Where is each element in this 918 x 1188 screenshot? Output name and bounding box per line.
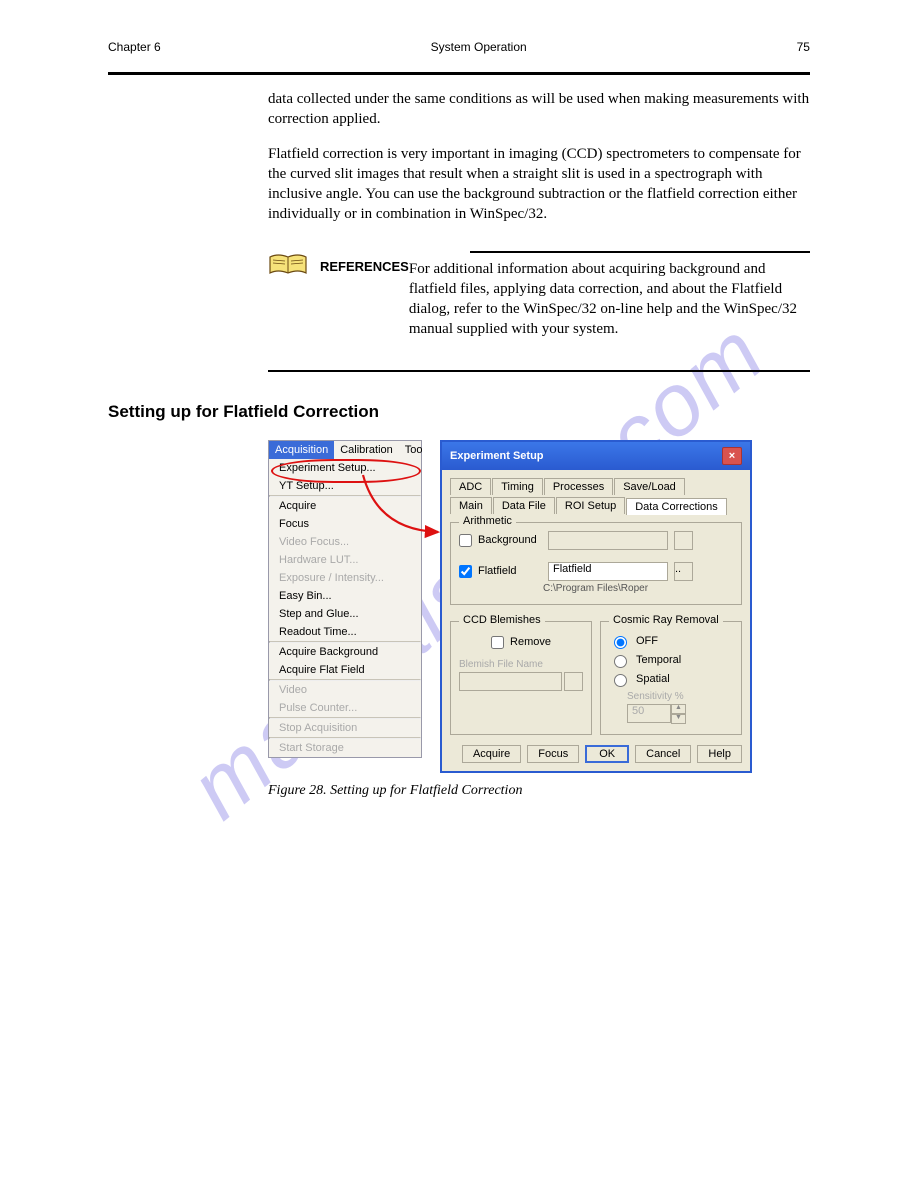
sensitivity-input: 50 (627, 704, 671, 723)
header-page-number: 75 (797, 40, 810, 54)
focus-button[interactable]: Focus (527, 745, 579, 763)
note-body: For additional information about acquiri… (409, 259, 810, 340)
menu-item-video: Video (269, 681, 421, 699)
acquire-button[interactable]: Acquire (462, 745, 521, 763)
menu-tab-tools[interactable]: Too (399, 441, 429, 459)
flatfield-label: Flatfield (478, 565, 542, 577)
header-chapter: Chapter 6 (108, 40, 161, 54)
cancel-button[interactable]: Cancel (635, 745, 691, 763)
header-rule (108, 72, 810, 75)
menu-tab-calibration[interactable]: Calibration (334, 441, 399, 459)
menu-item-start-storage: Start Storage (269, 739, 421, 757)
tab-adc[interactable]: ADC (450, 478, 491, 495)
menu-tab-acquisition[interactable]: Acquisition (269, 441, 334, 459)
tab-timing[interactable]: Timing (492, 478, 543, 495)
help-button[interactable]: Help (697, 745, 742, 763)
menu-item-acquire-flat-field[interactable]: Acquire Flat Field (269, 661, 421, 679)
tab-main[interactable]: Main (450, 497, 492, 514)
remove-blemishes-checkbox[interactable] (491, 636, 504, 649)
menu-item-pulse-counter: Pulse Counter... (269, 699, 421, 717)
background-file-input (548, 531, 668, 550)
flatfield-path: C:\Program Files\Roper (543, 583, 733, 594)
tab-save-load[interactable]: Save/Load (614, 478, 685, 495)
ok-button[interactable]: OK (585, 745, 629, 763)
menu-item-video-focus: Video Focus... (269, 533, 421, 551)
figure-row: Acquisition Calibration Too Experiment S… (268, 440, 810, 773)
flatfield-file-input[interactable]: Flatfield (548, 562, 668, 581)
tab-data-corrections[interactable]: Data Corrections (626, 498, 727, 515)
body-paragraph-1: data collected under the same conditions… (268, 89, 810, 130)
background-checkbox[interactable] (459, 534, 472, 547)
cosmic-off-label: OFF (636, 635, 658, 647)
header-title: System Operation (431, 40, 527, 54)
sensitivity-up-button: ▲ (671, 704, 686, 714)
tab-roi-setup[interactable]: ROI Setup (556, 497, 625, 514)
blemish-file-input (459, 672, 562, 691)
menu-item-step-and-glue[interactable]: Step and Glue... (269, 605, 421, 623)
ccd-blemishes-group: CCD Blemishes Remove Blemish File Name (450, 621, 592, 735)
figure-caption: Figure 28. Setting up for Flatfield Corr… (268, 783, 810, 799)
remove-blemishes-label: Remove (510, 636, 551, 648)
menu-item-acquire-background[interactable]: Acquire Background (269, 643, 421, 661)
tab-processes[interactable]: Processes (544, 478, 613, 495)
dialog-title: Experiment Setup (450, 450, 544, 462)
note-title: REFERENCES (320, 259, 409, 340)
flatfield-checkbox[interactable] (459, 565, 472, 578)
cosmic-temporal-radio[interactable] (614, 655, 627, 668)
blemish-file-label: Blemish File Name (459, 659, 583, 670)
cosmic-temporal-label: Temporal (636, 654, 681, 666)
arithmetic-group: Arithmetic Background Flatfield Flatfiel… (450, 522, 742, 605)
menu-item-hardware-lut: Hardware LUT... (269, 551, 421, 569)
menu-item-yt-setup[interactable]: YT Setup... (269, 477, 421, 495)
cosmic-off-radio[interactable] (614, 636, 627, 649)
background-label: Background (478, 534, 542, 546)
cosmic-ray-group: Cosmic Ray Removal OFF Temporal Spatial … (600, 621, 742, 735)
close-icon[interactable]: × (722, 447, 742, 465)
menu-item-stop-acquisition: Stop Acquisition (269, 719, 421, 737)
blemish-browse-button (564, 672, 583, 691)
cosmic-spatial-radio[interactable] (614, 674, 627, 687)
ccd-blemishes-title: CCD Blemishes (459, 614, 545, 626)
background-browse-button[interactable] (674, 531, 693, 550)
page-content: Chapter 6 System Operation 75 data colle… (108, 40, 810, 1128)
cosmic-ray-title: Cosmic Ray Removal (609, 614, 723, 626)
tab-data-file[interactable]: Data File (493, 497, 555, 514)
experiment-setup-dialog: Experiment Setup × ADC Timing Processes … (440, 440, 752, 773)
arithmetic-group-title: Arithmetic (459, 515, 516, 527)
menu-item-focus[interactable]: Focus (269, 515, 421, 533)
section-heading: Setting up for Flatfield Correction (108, 402, 810, 422)
acquisition-menu: Acquisition Calibration Too Experiment S… (268, 440, 422, 758)
note-rule-top (470, 251, 810, 253)
reference-note: REFERENCES For additional information ab… (268, 251, 810, 340)
menu-item-easy-bin[interactable]: Easy Bin... (269, 587, 421, 605)
menu-item-readout-time[interactable]: Readout Time... (269, 623, 421, 641)
menu-item-experiment-setup[interactable]: Experiment Setup... (269, 459, 421, 477)
sensitivity-label: Sensitivity % (627, 691, 733, 702)
menu-item-acquire[interactable]: Acquire (269, 497, 421, 515)
page-header: Chapter 6 System Operation 75 (108, 40, 810, 54)
book-icon (268, 251, 308, 284)
note-rule-bottom (268, 370, 810, 372)
flatfield-browse-button[interactable]: .. (674, 562, 693, 581)
sensitivity-down-button: ▼ (671, 714, 686, 724)
body-paragraph-2: Flatfield correction is very important i… (268, 144, 810, 225)
cosmic-spatial-label: Spatial (636, 673, 670, 685)
menu-item-exposure-intensity: Exposure / Intensity... (269, 569, 421, 587)
